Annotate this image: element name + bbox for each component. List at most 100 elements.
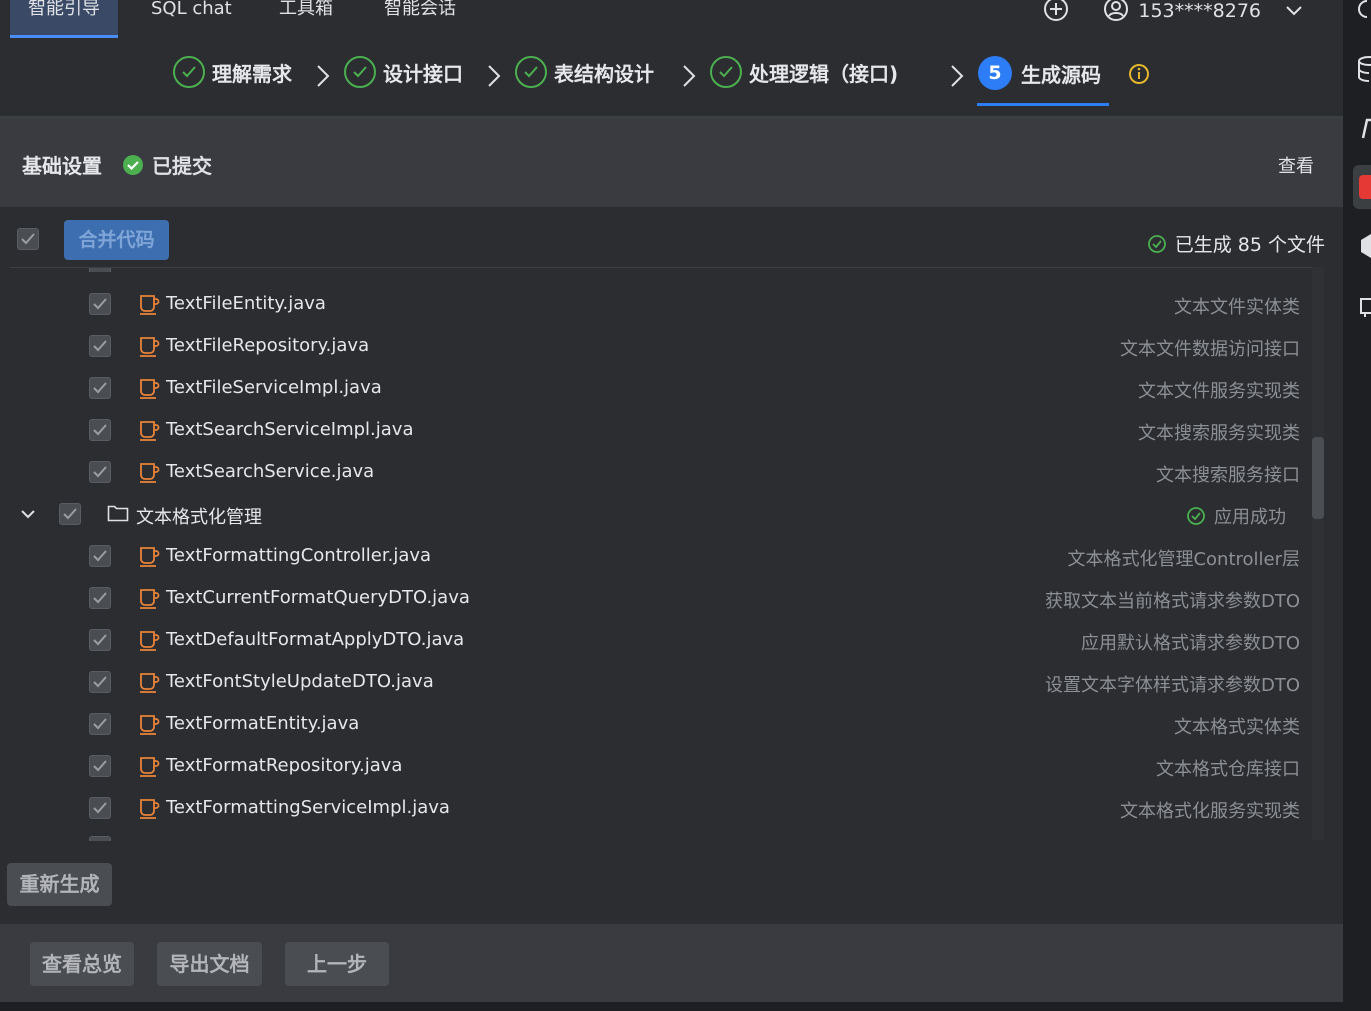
view-overview-button[interactable]: 查看总览	[30, 942, 134, 986]
check-icon	[515, 56, 547, 88]
base-settings-bar: 基础设置 已提交 查看	[0, 119, 1343, 207]
generated-count: 已生成 85 个文件	[1147, 230, 1325, 257]
info-icon[interactable]	[1128, 63, 1150, 89]
list-item[interactable]: TextFileRepository.java 文本文件数据访问接口	[10, 325, 1310, 367]
java-file-icon	[140, 295, 160, 315]
chevron-down-icon[interactable]	[20, 509, 36, 519]
file-name: TextFileEntity.java	[166, 293, 326, 314]
file-name: TextCurrentFormatQueryDTO.java	[166, 587, 470, 608]
list-item[interactable]: TextFormattingController.java 文本格式化管理Con…	[10, 535, 1310, 577]
file-name: TextDefaultFormatApplyDTO.java	[166, 629, 465, 650]
step-logic[interactable]: 处理逻辑（接口)	[710, 56, 898, 88]
java-file-icon	[140, 463, 160, 483]
check-icon	[173, 56, 205, 88]
list-item[interactable]: TextFileEntity.java 文本文件实体类	[10, 283, 1310, 325]
file-name: TextFormattingServiceImpl.java	[166, 797, 450, 818]
regenerate-button[interactable]: 重新生成	[7, 863, 112, 906]
scrollbar-thumb[interactable]	[1312, 437, 1324, 519]
file-description: 设置文本字体样式请求参数DTO	[1044, 675, 1300, 696]
tab-smart-guide[interactable]: 智能引导	[10, 0, 118, 38]
file-checkbox[interactable]	[89, 629, 111, 651]
list-item[interactable]: TextFormatRepository.java 文本格式仓库接口	[10, 745, 1310, 787]
list-item[interactable]: TextDefaultFormatApplyDTO.java 应用默认格式请求参…	[10, 619, 1310, 661]
file-list: TextFileEntity.java 文本文件实体类 TextFileRepo…	[10, 267, 1324, 841]
step-table-design[interactable]: 表结构设计	[515, 56, 654, 88]
plugin-icon	[1359, 175, 1371, 199]
view-button[interactable]: 查看	[1278, 152, 1314, 178]
file-name: TextFormatEntity.java	[166, 713, 360, 734]
select-all-checkbox[interactable]	[17, 228, 39, 250]
step-progress: 理解需求 设计接口 表结构设计 处理逻辑（接口) 5 生成源码	[0, 40, 1343, 119]
tool-icon[interactable]	[1357, 0, 1371, 20]
chevron-right-icon	[951, 65, 964, 87]
folder-checkbox[interactable]	[59, 503, 81, 525]
merge-code-button[interactable]: 合并代码	[64, 220, 169, 260]
tab-toolbox[interactable]: 工具箱	[261, 0, 351, 38]
check-icon	[710, 56, 742, 88]
user-area: 153****8276	[1042, 0, 1303, 26]
file-checkbox[interactable]	[89, 377, 111, 399]
cube-icon[interactable]	[1359, 232, 1371, 260]
list-item[interactable]: TextSearchServiceImpl.java 文本搜索服务实现类	[10, 409, 1310, 451]
step-design-api[interactable]: 设计接口	[344, 56, 463, 88]
step-generate-source[interactable]: 5 生成源码	[978, 56, 1101, 90]
user-phone[interactable]: 153****8276	[1138, 0, 1261, 22]
previous-step-button[interactable]: 上一步	[285, 942, 389, 986]
file-name: TextSearchService.java	[166, 461, 375, 482]
file-checkbox[interactable]	[89, 335, 111, 357]
step-understand[interactable]: 理解需求	[173, 56, 292, 88]
folder-row[interactable]: 文本格式化管理 应用成功	[10, 493, 1310, 535]
list-item[interactable]: TextFileServiceImpl.java 文本文件服务实现类	[10, 367, 1310, 409]
check-circle-icon	[123, 154, 143, 175]
chevron-down-icon[interactable]	[1285, 0, 1303, 22]
file-description: 文本格式仓库接口	[1156, 759, 1300, 780]
tab-sql-chat[interactable]: SQL chat	[133, 0, 250, 38]
file-description: 文本格式实体类	[1174, 717, 1300, 738]
check-circle-icon	[1147, 234, 1166, 253]
file-checkbox[interactable]	[89, 671, 111, 693]
file-checkbox[interactable]	[89, 755, 111, 777]
file-name: TextFileRepository.java	[166, 335, 370, 356]
file-checkbox[interactable]	[89, 836, 111, 841]
file-checkbox[interactable]	[89, 293, 111, 315]
window-bottom-edge	[0, 1002, 1343, 1011]
java-file-icon	[140, 757, 160, 777]
file-checkbox[interactable]	[89, 797, 111, 819]
list-item[interactable]: TextSearchService.java 文本搜索服务接口	[10, 451, 1310, 493]
java-file-icon	[140, 631, 160, 651]
monitor-icon[interactable]	[1359, 296, 1371, 320]
file-description: 文本搜索服务接口	[1156, 465, 1300, 486]
step-number: 5	[978, 56, 1012, 90]
file-checkbox[interactable]	[89, 713, 111, 735]
file-checkbox[interactable]	[89, 587, 111, 609]
check-icon	[344, 56, 376, 88]
list-item[interactable]: TextFormattingServiceImpl.java 文本格式化服务实现…	[10, 787, 1310, 829]
file-description: 文本搜索服务实现类	[1138, 423, 1300, 444]
file-checkbox[interactable]	[89, 545, 111, 567]
export-docs-button[interactable]: 导出文档	[157, 942, 262, 986]
file-description: 文本格式化管理Controller层	[1067, 549, 1300, 570]
file-checkbox[interactable]	[89, 268, 111, 272]
check-circle-icon	[1187, 507, 1205, 525]
tab-smart-chat[interactable]: 智能会话	[366, 0, 474, 38]
database-icon[interactable]	[1357, 56, 1371, 84]
file-toolbar: 合并代码 已生成 85 个文件	[0, 208, 1343, 266]
user-avatar-icon[interactable]	[1102, 0, 1130, 28]
list-item[interactable]: TextFontStyleUpdateDTO.java 设置文本字体样式请求参数…	[10, 661, 1310, 703]
file-checkbox[interactable]	[89, 461, 111, 483]
folder-name: 文本格式化管理	[136, 507, 262, 528]
java-file-icon	[140, 547, 160, 567]
file-description: 应用默认格式请求参数DTO	[1080, 633, 1300, 654]
add-icon[interactable]	[1042, 0, 1070, 28]
submitted-status: 已提交	[122, 150, 212, 179]
function-icon[interactable]	[1359, 116, 1371, 140]
scrollbar-track[interactable]	[1312, 267, 1324, 840]
bottom-action-bar: 查看总览 导出文档 上一步	[0, 922, 1343, 1004]
plugin-tab[interactable]	[1353, 165, 1371, 209]
file-checkbox[interactable]	[89, 419, 111, 441]
folder-icon	[107, 505, 129, 522]
file-description: 文本文件服务实现类	[1138, 381, 1300, 402]
list-item[interactable]: TextCurrentFormatQueryDTO.java 获取文本当前格式请…	[10, 577, 1310, 619]
list-item[interactable]: TextFormatEntity.java 文本格式实体类	[10, 703, 1310, 745]
java-file-icon	[140, 799, 160, 819]
